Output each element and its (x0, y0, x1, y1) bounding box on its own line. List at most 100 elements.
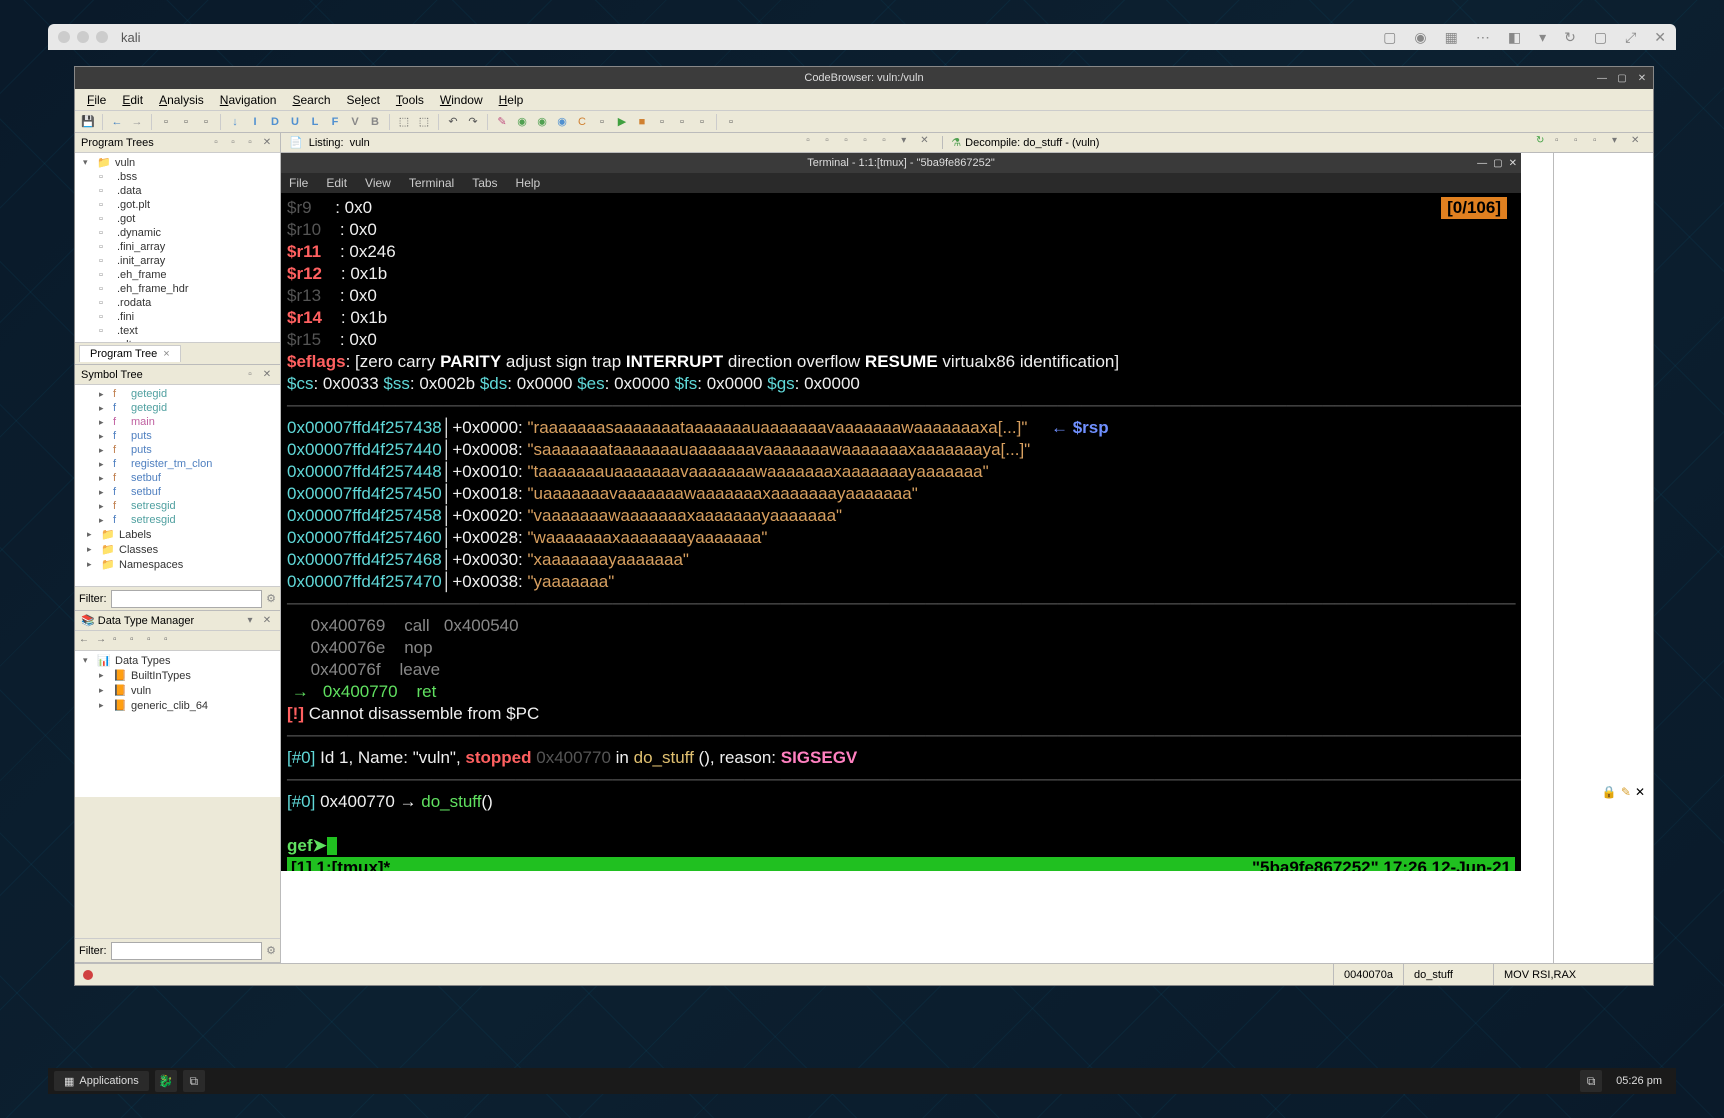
ghidra-minimize-icon[interactable]: — (1595, 71, 1609, 85)
section-item[interactable]: ▫.dynamic (77, 226, 278, 240)
tb-B-icon[interactable]: B (366, 113, 384, 131)
term-menu-file[interactable]: File (289, 176, 308, 190)
redo-icon[interactable]: ↷ (464, 113, 482, 131)
dc-3[interactable]: ▫ (1593, 135, 1609, 151)
symbol-func[interactable]: ▸fmain (77, 415, 278, 429)
tb-D-icon[interactable]: ↓ (226, 113, 244, 131)
undo-icon[interactable]: ↶ (444, 113, 462, 131)
menu-search[interactable]: Search (286, 91, 336, 109)
close-traffic-light[interactable] (58, 31, 70, 43)
listing-tab[interactable]: 📄 Listing: vuln (281, 136, 378, 149)
symbol-func[interactable]: ▸fsetresgid (77, 499, 278, 513)
section-item[interactable]: ▫.eh_frame_hdr (77, 282, 278, 296)
vm-icon-3[interactable]: ▦ (1445, 29, 1458, 46)
ch-3[interactable]: ▫ (844, 135, 860, 151)
ch-4[interactable]: ▫ (863, 135, 879, 151)
term-minimize-icon[interactable]: — (1477, 158, 1487, 169)
pt-icon-1[interactable]: ▫ (209, 136, 223, 150)
symbol-group[interactable]: ▸📁Classes (77, 542, 278, 557)
tb-U-icon[interactable]: U (286, 113, 304, 131)
menu-window[interactable]: Window (434, 91, 489, 109)
section-item[interactable]: ▫.fini (77, 310, 278, 324)
dtm-fwd-icon[interactable]: → (96, 634, 110, 648)
tb-icon-3[interactable]: ▫ (197, 113, 215, 131)
tb-g5[interactable]: ▫ (593, 113, 611, 131)
vm-icon-7[interactable]: ↻ (1564, 29, 1576, 46)
tb-pencil-icon[interactable]: ✎ (493, 113, 511, 131)
symbol-func[interactable]: ▸fsetbuf (77, 485, 278, 499)
symbol-group[interactable]: ▸📁Namespaces (77, 557, 278, 572)
symbol-func[interactable]: ▸fgetegid (77, 387, 278, 401)
tb-g2[interactable]: ◉ (533, 113, 551, 131)
tb-stop-icon[interactable]: ■ (633, 113, 651, 131)
term-menu-view[interactable]: View (365, 176, 391, 190)
dtm-back-icon[interactable]: ← (79, 634, 93, 648)
dtm-filter-input[interactable] (111, 942, 263, 960)
dtm-menu-icon[interactable]: ▾ (243, 614, 257, 628)
term-maximize-icon[interactable]: ▢ (1493, 158, 1502, 169)
dc-close-icon[interactable]: ✕ (1631, 135, 1647, 151)
dtm-tb-1[interactable]: ▫ (113, 634, 127, 648)
vm-icon-9[interactable]: ⤢ (1625, 29, 1636, 46)
taskbar-terminal-icon[interactable]: ⧉ (183, 1070, 205, 1092)
vm-icon-10[interactable]: ✕ (1654, 29, 1666, 46)
pt-close-icon[interactable]: ✕ (260, 136, 274, 150)
forward-icon[interactable]: → (128, 113, 146, 131)
menu-edit[interactable]: Edit (116, 91, 149, 109)
term-menu-help[interactable]: Help (516, 176, 541, 190)
dtm-root[interactable]: ▾📊Data Types (77, 653, 278, 668)
section-item[interactable]: ▫.bss (77, 170, 278, 184)
tb-icon-1[interactable]: ▫ (157, 113, 175, 131)
term-close-icon[interactable]: ✕ (1509, 158, 1517, 169)
ch-6[interactable]: ▾ (901, 135, 917, 151)
taskbar-dragon-icon[interactable]: 🐉 (155, 1070, 177, 1092)
taskbar-tray-icon[interactable]: ⧉ (1580, 1070, 1602, 1092)
vm-icon-4[interactable]: ⋯ (1476, 29, 1490, 46)
tab-close-icon[interactable]: × (163, 348, 169, 360)
program-tree-tab[interactable]: Program Tree× (79, 345, 181, 362)
dtm-item[interactable]: ▸📙generic_clib_64 (77, 698, 278, 713)
symbol-func[interactable]: ▸fsetresgid (77, 513, 278, 527)
pt-icon-3[interactable]: ▫ (243, 136, 257, 150)
tb-I-icon[interactable]: I (246, 113, 264, 131)
applications-button[interactable]: ▦ Applications (54, 1071, 149, 1091)
menu-help[interactable]: Help (493, 91, 530, 109)
tb-g4[interactable]: C (573, 113, 591, 131)
ch-1[interactable]: ▫ (806, 135, 822, 151)
tree-root[interactable]: ▾📁vuln (77, 155, 278, 170)
save-icon[interactable]: 💾 (79, 113, 97, 131)
st-icon-1[interactable]: ▫ (243, 368, 257, 382)
menu-select[interactable]: Select (341, 91, 386, 109)
tb-icon-2[interactable]: ▫ (177, 113, 195, 131)
section-item[interactable]: ▫.fini_array (77, 240, 278, 254)
section-item[interactable]: ▫.init_array (77, 254, 278, 268)
section-item[interactable]: ▫.data (77, 184, 278, 198)
tb-g3[interactable]: ◉ (553, 113, 571, 131)
dtm-body[interactable]: ▾📊Data Types ▸📙BuiltInTypes▸📙vuln▸📙gener… (75, 651, 280, 797)
symbol-func[interactable]: ▸fregister_tm_clon (77, 457, 278, 471)
dc-refresh-icon[interactable]: ↻ (1536, 135, 1552, 151)
term-menu-terminal[interactable]: Terminal (409, 176, 454, 190)
dtm-tb-2[interactable]: ▫ (130, 634, 144, 648)
section-item[interactable]: ▫.rodata (77, 296, 278, 310)
section-item[interactable]: ▫.got.plt (77, 198, 278, 212)
decompile-panel-body[interactable] (1553, 153, 1653, 963)
filter-settings-icon[interactable]: ⚙ (266, 592, 276, 605)
dtm-tb-4[interactable]: ▫ (164, 634, 178, 648)
ch-close-icon[interactable]: ✕ (920, 135, 936, 151)
symbol-group[interactable]: ▸📁Labels (77, 527, 278, 542)
vm-icon-2[interactable]: ◉ (1414, 29, 1426, 46)
decompile-tab[interactable]: ⚗ Decompile: do_stuff - (vuln) (942, 136, 1107, 149)
dc-1[interactable]: ▫ (1555, 135, 1571, 151)
zoom-traffic-light[interactable] (96, 31, 108, 43)
edit-icon[interactable]: ✎ (1621, 785, 1631, 799)
section-item[interactable]: ▫.got (77, 212, 278, 226)
back-icon[interactable]: ← (108, 113, 126, 131)
section-item[interactable]: ▫.eh_frame (77, 268, 278, 282)
dtm-close-icon[interactable]: ✕ (260, 614, 274, 628)
symbol-func[interactable]: ▸fputs (77, 429, 278, 443)
tb-g8[interactable]: ▫ (693, 113, 711, 131)
vm-icon-5[interactable]: ◧ (1508, 29, 1521, 46)
menu-analysis[interactable]: Analysis (153, 91, 210, 109)
tb-g6[interactable]: ▫ (653, 113, 671, 131)
